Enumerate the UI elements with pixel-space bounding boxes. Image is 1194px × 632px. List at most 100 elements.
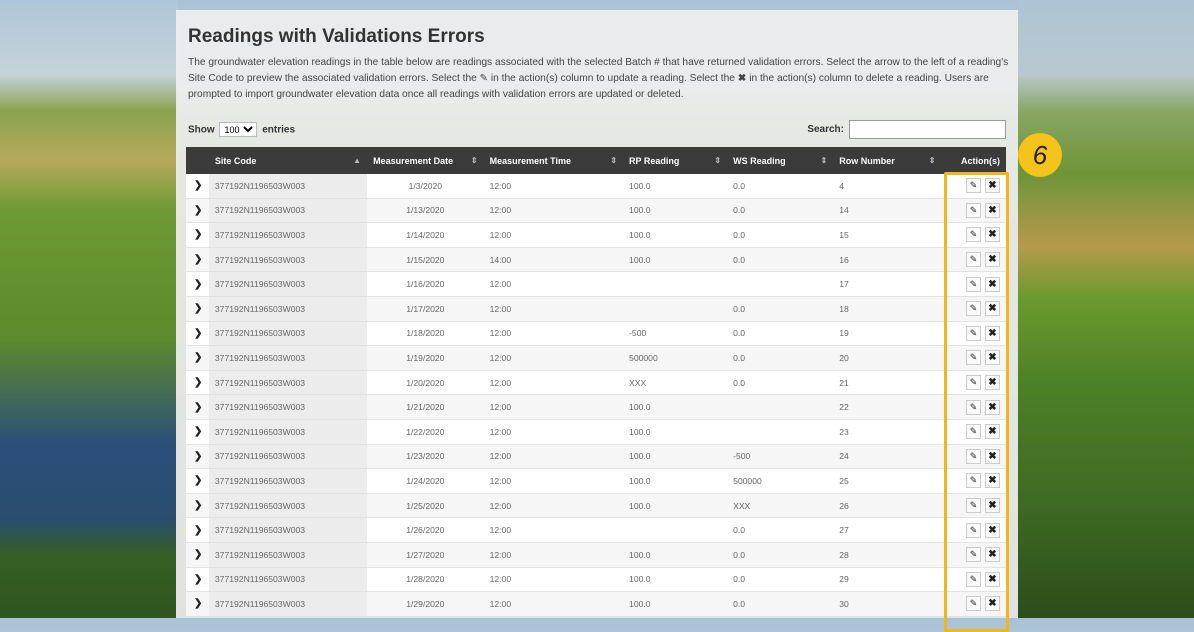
- delete-button[interactable]: ✖: [985, 350, 1000, 366]
- edit-button[interactable]: ✎: [966, 252, 981, 268]
- entries-label: entries: [262, 124, 296, 136]
- edit-button[interactable]: ✎: [966, 276, 981, 292]
- cell-rp-reading: 100.0: [623, 468, 728, 494]
- delete-button[interactable]: ✖: [985, 448, 1000, 464]
- cell-rp-reading: 100.0: [623, 198, 728, 224]
- actions-group: ✎ ✖: [947, 375, 1000, 391]
- header-rp-reading[interactable]: RP Reading ⇕: [623, 147, 728, 174]
- expand-row-button[interactable]: ❯: [186, 247, 209, 273]
- expand-row-button[interactable]: ❯: [186, 345, 209, 371]
- chevron-right-icon: ❯: [194, 327, 203, 339]
- delete-button[interactable]: ✖: [985, 596, 1000, 612]
- times-icon: ✖: [988, 303, 997, 315]
- expand-row-button[interactable]: ❯: [186, 174, 209, 199]
- cell-site-code: 377192N1196503W003: [208, 296, 368, 322]
- edit-button[interactable]: ✎: [966, 202, 981, 218]
- expand-row-button[interactable]: ❯: [186, 394, 209, 420]
- chevron-right-icon: ❯: [194, 500, 203, 512]
- cell-ws-reading: 0.0: [727, 198, 834, 224]
- expand-row-button[interactable]: ❯: [186, 542, 209, 568]
- actions-group: ✎ ✖: [947, 473, 1000, 489]
- edit-button[interactable]: ✎: [966, 350, 981, 366]
- cell-ws-reading: [727, 419, 834, 445]
- times-icon: ✖: [988, 204, 997, 216]
- delete-button[interactable]: ✖: [985, 571, 1000, 587]
- expand-row-button[interactable]: ❯: [186, 444, 209, 470]
- delete-button[interactable]: ✖: [985, 375, 1000, 391]
- edit-button[interactable]: ✎: [966, 522, 981, 538]
- edit-button[interactable]: ✎: [966, 178, 981, 194]
- delete-button[interactable]: ✖: [985, 227, 1000, 243]
- expand-row-button[interactable]: ❯: [186, 321, 209, 347]
- edit-button[interactable]: ✎: [966, 571, 981, 587]
- chevron-right-icon: ❯: [194, 278, 203, 290]
- delete-button[interactable]: ✖: [985, 301, 1000, 317]
- cell-measurement-time: 12:00: [483, 174, 624, 199]
- table-row: ❯ 377192N1196503W003 1/26/2020 12:00 0.0 27 ✎ ✖: [186, 517, 1006, 543]
- expand-row-button[interactable]: ❯: [186, 296, 209, 322]
- expand-row-button[interactable]: ❯: [186, 370, 209, 396]
- search-input[interactable]: [849, 120, 1006, 139]
- header-site-code[interactable]: Site Code ▲: [208, 147, 368, 174]
- delete-button[interactable]: ✖: [985, 547, 1000, 563]
- pencil-icon: ✎: [969, 278, 978, 289]
- expand-row-button[interactable]: ❯: [186, 198, 209, 224]
- sort-icon: ⇕: [714, 155, 722, 165]
- delete-button[interactable]: ✖: [985, 252, 1000, 268]
- delete-button[interactable]: ✖: [985, 522, 1000, 538]
- delete-button[interactable]: ✖: [985, 473, 1000, 489]
- chevron-right-icon: ❯: [194, 229, 203, 241]
- edit-button[interactable]: ✎: [966, 227, 981, 243]
- header-row-number[interactable]: Row Number ⇕: [833, 147, 942, 174]
- expand-row-button[interactable]: ❯: [186, 468, 209, 494]
- edit-button[interactable]: ✎: [966, 547, 981, 563]
- expand-row-button[interactable]: ❯: [186, 567, 209, 593]
- chevron-right-icon: ❯: [194, 450, 203, 462]
- edit-button[interactable]: ✎: [966, 448, 981, 464]
- delete-button[interactable]: ✖: [985, 498, 1000, 514]
- expand-row-button[interactable]: ❯: [186, 419, 209, 445]
- expand-row-button[interactable]: ❯: [186, 271, 209, 297]
- edit-button[interactable]: ✎: [966, 399, 981, 415]
- edit-button[interactable]: ✎: [966, 325, 981, 341]
- edit-button[interactable]: ✎: [966, 424, 981, 440]
- entries-select[interactable]: 100: [219, 122, 258, 137]
- cell-rp-reading: 100.0: [623, 567, 728, 593]
- cell-row-number: 28: [833, 542, 942, 568]
- header-measurement-date[interactable]: Measurement Date ⇕: [367, 147, 484, 174]
- delete-button[interactable]: ✖: [985, 424, 1000, 440]
- delete-button[interactable]: ✖: [985, 399, 1000, 415]
- edit-button[interactable]: ✎: [966, 596, 981, 612]
- delete-button[interactable]: ✖: [985, 178, 1000, 194]
- edit-button[interactable]: ✎: [966, 301, 981, 317]
- times-icon: ✖: [737, 73, 747, 84]
- expand-row-button[interactable]: ❯: [186, 517, 209, 543]
- table-row: ❯ 377192N1196503W003 1/27/2020 12:00 100.0 0.…: [186, 542, 1006, 568]
- cell-actions: ✎ ✖: [941, 444, 1006, 470]
- pencil-icon: ✎: [969, 598, 978, 609]
- edit-button[interactable]: ✎: [966, 498, 981, 514]
- edit-button[interactable]: ✎: [966, 375, 981, 391]
- delete-button[interactable]: ✖: [985, 325, 1000, 341]
- header-ws-reading[interactable]: WS Reading ⇕: [727, 147, 834, 174]
- times-icon: ✖: [988, 573, 997, 585]
- readings-table: Site Code ▲ Measurement Date ⇕ Measurement…: [186, 147, 1006, 617]
- edit-button[interactable]: ✎: [966, 473, 981, 489]
- delete-button[interactable]: ✖: [985, 202, 1000, 218]
- delete-button[interactable]: ✖: [985, 276, 1000, 292]
- sort-icon: ⇕: [928, 155, 936, 165]
- expand-row-button[interactable]: ❯: [186, 591, 209, 617]
- cell-row-number: 4: [833, 174, 942, 199]
- pencil-icon: ✎: [969, 573, 978, 584]
- expand-row-button[interactable]: ❯: [186, 222, 209, 248]
- pencil-icon: ✎: [969, 426, 978, 437]
- chevron-right-icon: ❯: [194, 377, 203, 389]
- actions-group: ✎ ✖: [947, 522, 1000, 538]
- pencil-icon: ✎: [969, 475, 978, 486]
- expand-row-button[interactable]: ❯: [186, 493, 209, 519]
- header-site-code-label: Site Code: [214, 155, 257, 166]
- header-measurement-time[interactable]: Measurement Time ⇕: [483, 147, 624, 174]
- cell-site-code: 377192N1196503W003: [208, 198, 368, 224]
- times-icon: ✖: [988, 598, 997, 610]
- cell-ws-reading: 500000: [727, 468, 834, 494]
